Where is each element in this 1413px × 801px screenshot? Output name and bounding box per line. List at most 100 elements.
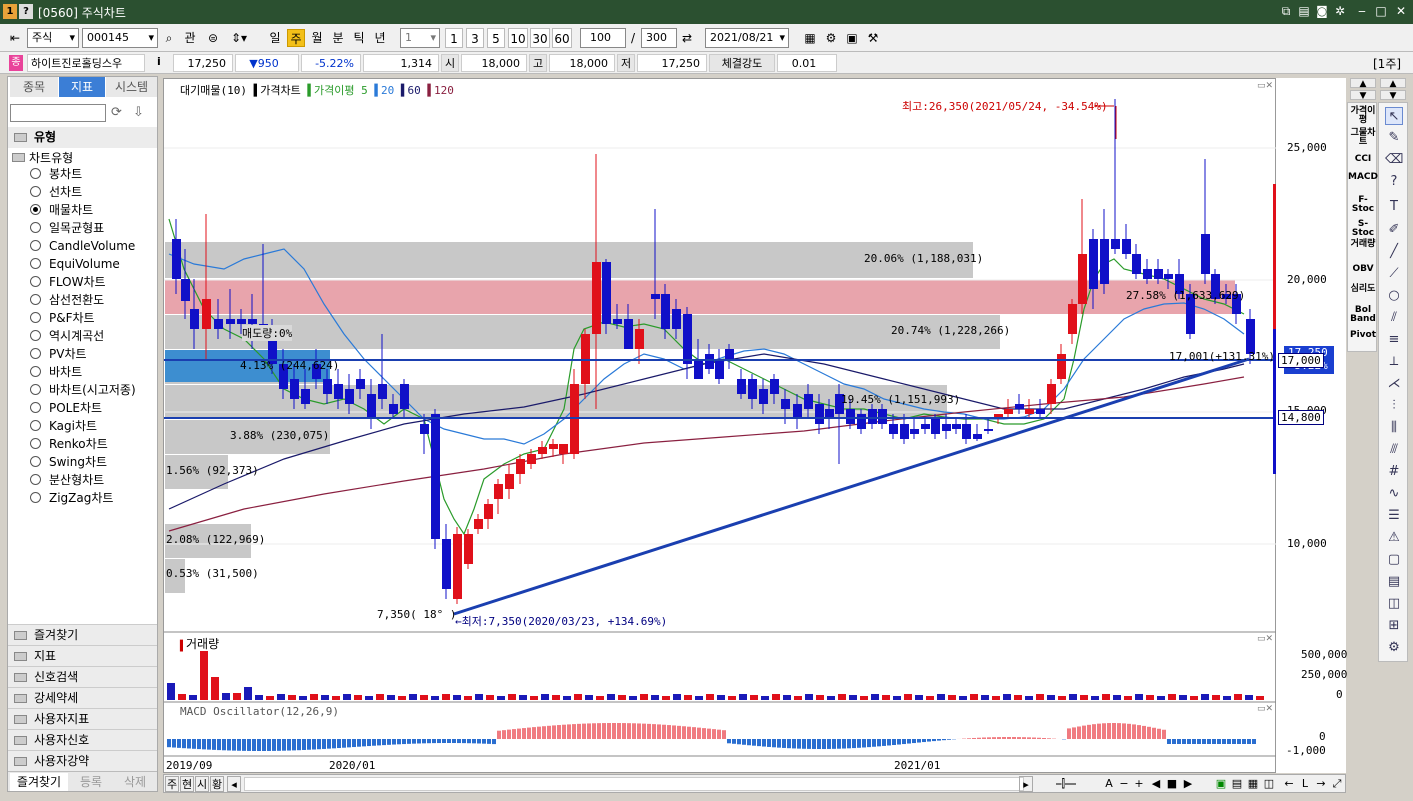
chart-type-item[interactable]: Swing차트 xyxy=(30,453,107,471)
download-icon[interactable]: ⇩ xyxy=(133,105,144,120)
scroll-left-icon[interactable]: ◂ xyxy=(227,776,241,792)
window-icon[interactable]: ▢ xyxy=(1385,551,1403,569)
chart-type-item[interactable]: 바차트(시고저종) xyxy=(30,381,136,399)
bottom-btn-1[interactable]: 주 xyxy=(165,776,179,792)
macd-panel-close-icon[interactable]: ▭✕ xyxy=(1257,704,1273,714)
radio-icon[interactable] xyxy=(30,474,41,485)
help-icon[interactable]: ? xyxy=(19,4,33,19)
panel-minimize-icon[interactable]: ▭✕ xyxy=(1257,81,1273,91)
chart-settings-icon[interactable]: ▦ xyxy=(801,28,819,48)
price-chart-svg[interactable] xyxy=(164,79,1277,774)
arrow-left-icon[interactable]: ← xyxy=(1282,776,1296,792)
prev-stock-icon[interactable]: ⇤ xyxy=(6,28,24,48)
link-stock-icon[interactable]: ⊜ xyxy=(203,28,223,48)
indicator-button[interactable]: MACD xyxy=(1348,173,1378,182)
legend-ma5[interactable]: 가격이평 5 xyxy=(314,84,368,97)
radio-icon[interactable] xyxy=(30,312,41,323)
legend-volume-profile[interactable]: 대기매물(10) xyxy=(180,84,247,97)
apply-count-icon[interactable]: ⇄ xyxy=(679,28,695,48)
chart-type-item[interactable]: CandleVolume xyxy=(30,237,135,255)
zoom-out-icon[interactable]: − xyxy=(1117,776,1131,792)
market-select[interactable]: 주식 ▾ xyxy=(27,28,79,48)
indicator-button[interactable]: Bol Band xyxy=(1348,306,1378,324)
line-icon[interactable]: ╱ xyxy=(1385,243,1403,261)
level-icon[interactable]: ☰ xyxy=(1385,507,1403,525)
tab-stock[interactable]: 종목 xyxy=(10,77,58,97)
minimize-icon[interactable]: ‒ xyxy=(1354,3,1370,19)
total-count-input[interactable]: 300 xyxy=(641,28,677,48)
radio-icon[interactable] xyxy=(30,258,41,269)
bottom-btn-4[interactable]: 황 xyxy=(210,776,224,792)
radio-icon[interactable] xyxy=(30,294,41,305)
period-monthly[interactable]: 월 xyxy=(307,28,327,48)
period-minute[interactable]: 분 xyxy=(328,28,348,48)
chart-type-item[interactable]: 선차트 xyxy=(30,183,82,201)
period-year[interactable]: 년 xyxy=(370,28,390,48)
tab-indicator[interactable]: 지표 xyxy=(59,77,105,97)
scroll-down-icon[interactable]: ▼ xyxy=(1350,90,1376,101)
radio-icon[interactable] xyxy=(30,276,41,287)
indicator-button[interactable]: 거래량 xyxy=(1348,240,1378,249)
folder-item[interactable]: 즐겨찾기 xyxy=(8,624,157,645)
radio-icon[interactable] xyxy=(30,420,41,431)
circle-icon[interactable]: ○ xyxy=(1385,287,1403,305)
indicator-button[interactable]: CCI xyxy=(1348,155,1378,164)
chart-area[interactable]: 대기매물(10) ▌가격차트 ▌가격이평 5 ▌20 ▌60 ▌120 최고:2… xyxy=(163,78,1277,774)
indicator-button[interactable]: 그물차트 xyxy=(1348,129,1378,147)
chart-type-item[interactable]: PV차트 xyxy=(30,345,87,363)
indicator-button[interactable]: Pivot xyxy=(1348,331,1378,340)
tools-icon[interactable]: ⚒ xyxy=(864,28,882,48)
scroll-up-icon[interactable]: ▲ xyxy=(1350,78,1376,89)
search-icon[interactable]: ⌕ xyxy=(160,28,178,48)
chart-type-item[interactable]: 분산형차트 xyxy=(30,471,104,489)
indicator-button[interactable]: OBV xyxy=(1348,265,1378,274)
section-header[interactable]: 유형 xyxy=(8,127,157,148)
wrench-icon[interactable]: ⚙ xyxy=(1385,639,1403,657)
quick-1[interactable]: 1 xyxy=(445,28,463,48)
register-button[interactable]: 등록 xyxy=(70,773,112,791)
help-icon[interactable]: ? xyxy=(1385,173,1403,191)
link-icon[interactable]: ⧉ xyxy=(1278,3,1294,19)
radio-icon[interactable] xyxy=(30,438,41,449)
erase-icon[interactable]: ✎ xyxy=(1385,129,1403,147)
legend-ma120[interactable]: 120 xyxy=(434,84,454,97)
radio-icon[interactable] xyxy=(30,402,41,413)
close-icon[interactable]: ✕ xyxy=(1393,3,1409,19)
arrow-right-icon[interactable]: → xyxy=(1314,776,1328,792)
auto-trend-icon[interactable]: ⚠ xyxy=(1385,529,1403,547)
chart-type-item[interactable]: ZigZag차트 xyxy=(30,489,113,507)
zoom-slider[interactable]: ⎯⫿⎯⎯ xyxy=(1036,776,1096,792)
analysis-icon[interactable]: ◫ xyxy=(1385,595,1403,613)
gear-icon[interactable]: ✲ xyxy=(1332,3,1348,19)
radio-icon[interactable] xyxy=(30,186,41,197)
print-icon[interactable]: ▤ xyxy=(1296,3,1312,19)
pen-icon[interactable]: ✐ xyxy=(1385,221,1403,239)
folder-item[interactable]: 강세약세 xyxy=(8,687,157,708)
chart-type-item[interactable]: 봉차트 xyxy=(30,165,82,183)
fibonacci-icon[interactable]: ⫶ xyxy=(1385,397,1403,415)
quick-30[interactable]: 30 xyxy=(530,28,550,48)
chart-type-item[interactable]: 바차트 xyxy=(30,363,82,381)
delete-button[interactable]: 삭제 xyxy=(114,773,156,791)
legend-ma20[interactable]: 20 xyxy=(381,84,394,97)
tool-scroll-down-icon[interactable]: ▼ xyxy=(1380,90,1406,101)
chart-type-item[interactable]: EquiVolume xyxy=(30,255,120,273)
radio-icon[interactable] xyxy=(30,492,41,503)
tab-system[interactable]: 시스템 xyxy=(106,77,157,97)
info-button[interactable]: i xyxy=(157,55,161,68)
minute-select[interactable]: 1 ▾ xyxy=(400,28,440,48)
bottom-btn-2[interactable]: 현 xyxy=(180,776,194,792)
display-count-input[interactable]: 100 xyxy=(580,28,626,48)
font-icon[interactable]: A xyxy=(1102,776,1116,792)
scroll-right-icon[interactable]: ▸ xyxy=(1019,776,1033,792)
parallel-icon[interactable]: ≡ xyxy=(1385,331,1403,349)
radio-icon[interactable] xyxy=(30,384,41,395)
folder-item[interactable]: 사용자신호 xyxy=(8,729,157,750)
grid-tool-icon[interactable]: # xyxy=(1385,463,1403,481)
save-image-icon[interactable]: ▤ xyxy=(1230,776,1244,792)
indicator-button[interactable]: F-Stoc xyxy=(1348,196,1378,214)
l-icon[interactable]: L xyxy=(1298,776,1312,792)
note-icon[interactable]: ▤ xyxy=(1385,573,1403,591)
quick-60[interactable]: 60 xyxy=(552,28,572,48)
radio-icon[interactable] xyxy=(30,204,41,215)
